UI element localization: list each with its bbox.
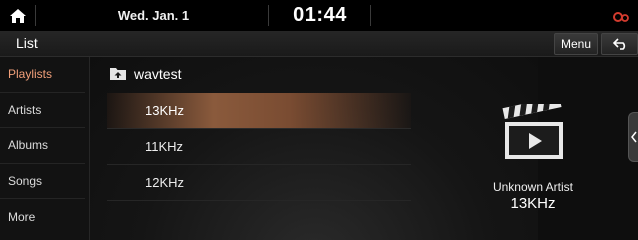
track-list: wavtest 13KHz 11KHz 12KHz bbox=[90, 57, 538, 240]
side-panel-handle[interactable] bbox=[628, 112, 638, 162]
menu-button[interactable]: Menu bbox=[554, 33, 598, 55]
sidebar-item-songs[interactable]: Songs bbox=[0, 164, 85, 200]
parent-folder-row[interactable]: wavtest bbox=[110, 57, 410, 90]
folder-up-icon bbox=[110, 68, 126, 80]
list-item[interactable]: 11KHz bbox=[107, 129, 411, 165]
sidebar-item-artists[interactable]: Artists bbox=[0, 93, 85, 129]
now-playing-title: 13KHz bbox=[510, 195, 556, 212]
clock-display: 01:44 bbox=[293, 4, 347, 26]
clapperboard-play-icon bbox=[502, 104, 563, 159]
phone-link-icon bbox=[613, 11, 629, 22]
sidebar-item-albums[interactable]: Albums bbox=[0, 128, 85, 164]
category-sidebar: Playlists Artists Albums Songs More bbox=[0, 57, 90, 240]
sidebar-item-more[interactable]: More bbox=[0, 199, 85, 235]
back-arrow-icon bbox=[612, 38, 625, 50]
back-button[interactable] bbox=[601, 33, 638, 55]
status-indicator bbox=[606, 0, 636, 31]
date-display: Wed. Jan. 1 bbox=[117, 8, 190, 23]
folder-name: wavtest bbox=[134, 65, 182, 82]
home-icon bbox=[9, 8, 26, 23]
list-item[interactable]: 13KHz bbox=[107, 93, 411, 129]
now-playing-artist: Unknown Artist bbox=[492, 180, 574, 194]
status-bar: Wed. Jan. 1 01:44 bbox=[0, 0, 638, 31]
sidebar-item-playlists[interactable]: Playlists bbox=[0, 57, 85, 93]
title-bar: List Menu bbox=[0, 31, 638, 57]
home-button[interactable] bbox=[0, 0, 35, 31]
chevron-left-icon bbox=[631, 131, 637, 143]
page-title: List bbox=[16, 35, 38, 51]
list-item[interactable]: 12KHz bbox=[107, 165, 411, 201]
